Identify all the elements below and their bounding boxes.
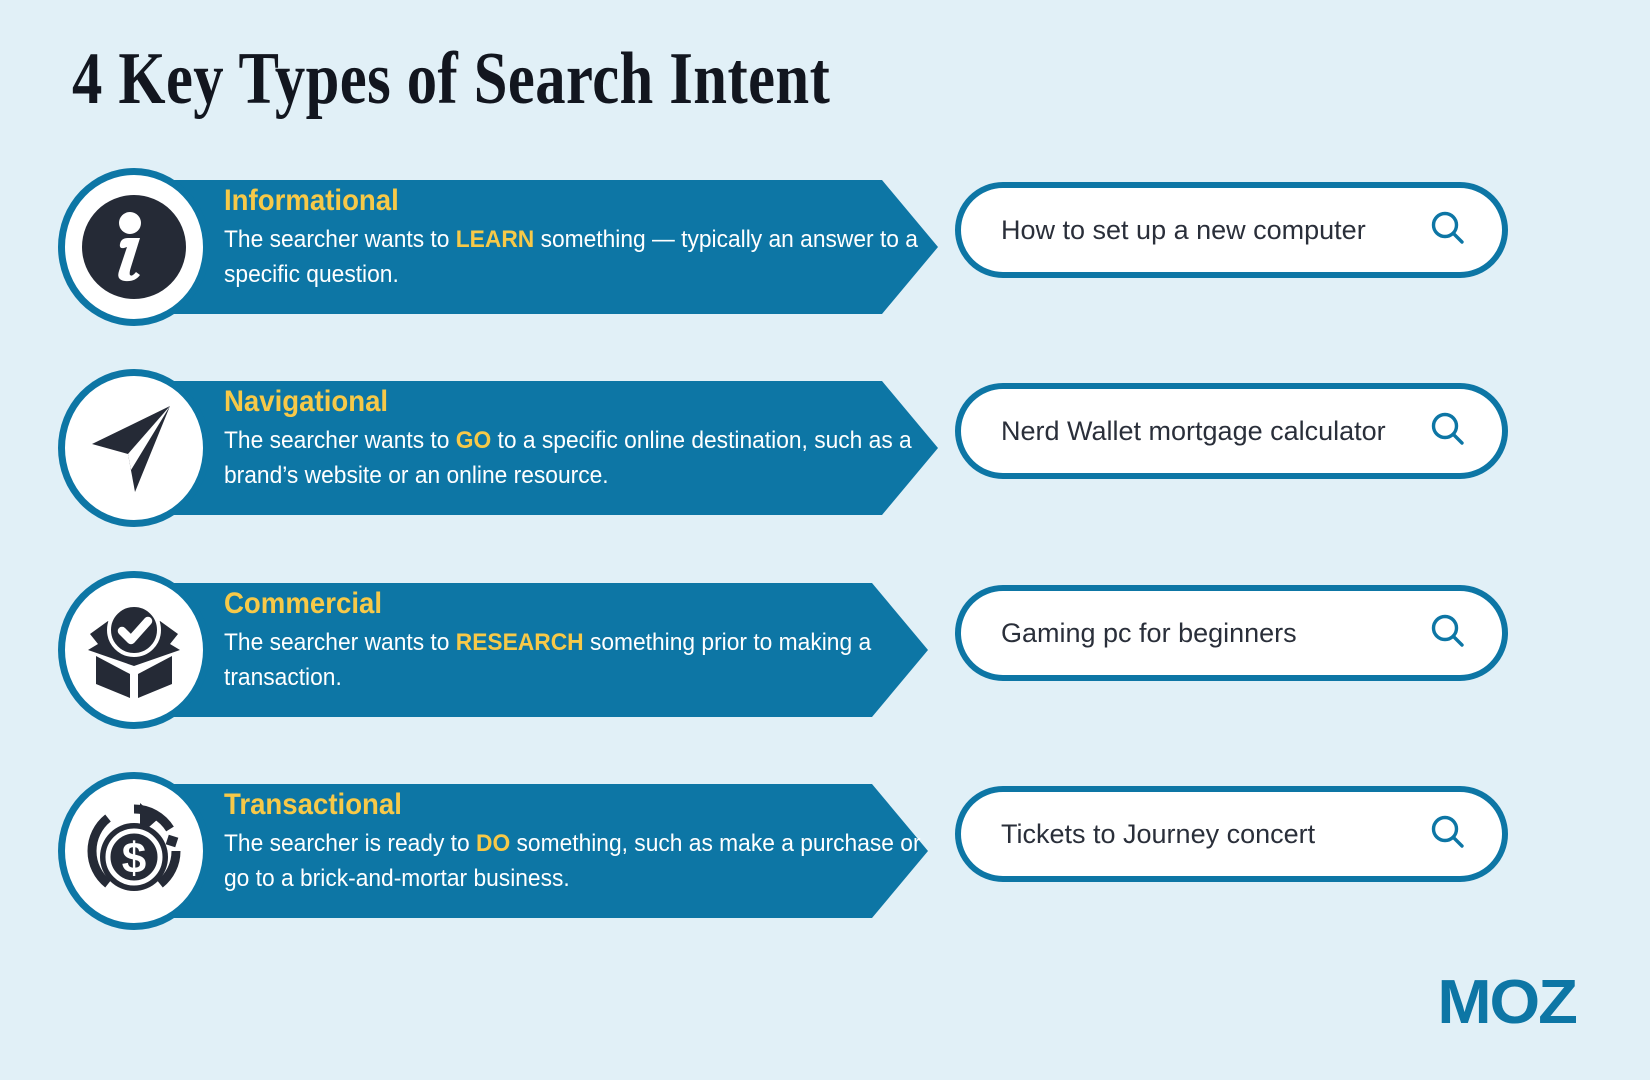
- search-example-box[interactable]: Nerd Wallet mortgage calculator: [955, 383, 1508, 479]
- magnifier-icon[interactable]: [1428, 611, 1468, 656]
- intent-row-transactional: $ Transactional The searcher is ready to…: [0, 772, 1650, 932]
- desc-pre: The searcher wants to: [224, 629, 456, 657]
- desc-keyword: DO: [476, 830, 511, 858]
- search-query-text: Nerd Wallet mortgage calculator: [1001, 415, 1386, 446]
- intent-heading: Informational: [224, 184, 399, 217]
- intent-text-block: Navigational The searcher wants to GO to…: [224, 383, 924, 494]
- desc-keyword: LEARN: [455, 226, 535, 254]
- intent-row-commercial: Commercial The searcher wants to RESEARC…: [0, 571, 1650, 731]
- intent-row-navigational: Navigational The searcher wants to GO to…: [0, 369, 1650, 529]
- search-example-box[interactable]: Gaming pc for beginners: [955, 585, 1508, 681]
- search-example-box[interactable]: How to set up a new computer: [955, 182, 1508, 278]
- intent-description: The searcher wants to LEARN something — …: [224, 223, 931, 293]
- search-query-text: Gaming pc for beginners: [1001, 617, 1297, 648]
- intent-text-block: Transactional The searcher is ready to D…: [224, 786, 924, 897]
- magnifier-icon[interactable]: [1428, 208, 1468, 253]
- intent-heading: Navigational: [224, 385, 389, 418]
- magnifier-icon[interactable]: [1428, 409, 1468, 454]
- intent-description: The searcher wants to RESEARCH something…: [224, 626, 931, 696]
- search-example-box[interactable]: Tickets to Journey concert: [955, 786, 1508, 882]
- info-icon: [58, 168, 210, 326]
- desc-pre: The searcher wants to: [224, 226, 456, 254]
- navigation-arrow-icon: [58, 369, 210, 527]
- moz-logo: MOZ: [1437, 968, 1578, 1037]
- search-query-text: Tickets to Journey concert: [1001, 818, 1316, 849]
- svg-text:$: $: [122, 834, 146, 883]
- intent-heading: Transactional: [224, 788, 402, 821]
- desc-keyword: GO: [455, 427, 492, 455]
- desc-pre: The searcher wants to: [224, 427, 456, 455]
- desc-keyword: RESEARCH: [455, 629, 584, 657]
- magnifier-icon[interactable]: [1428, 812, 1468, 857]
- intent-text-block: Commercial The searcher wants to RESEARC…: [224, 585, 924, 696]
- intent-text-block: Informational The searcher wants to LEAR…: [224, 182, 924, 293]
- intent-description: The searcher is ready to DO something, s…: [224, 827, 931, 897]
- intent-description: The searcher wants to GO to a specific o…: [224, 424, 931, 494]
- search-query-text: How to set up a new computer: [1001, 214, 1366, 245]
- page-title: 4 Key Types of Search Intent: [72, 38, 831, 120]
- desc-pre: The searcher is ready to: [224, 830, 477, 858]
- box-check-icon: [58, 571, 210, 729]
- intent-heading: Commercial: [224, 587, 383, 620]
- dollar-refresh-icon: $: [58, 772, 210, 930]
- intent-row-informational: Informational The searcher wants to LEAR…: [0, 168, 1650, 328]
